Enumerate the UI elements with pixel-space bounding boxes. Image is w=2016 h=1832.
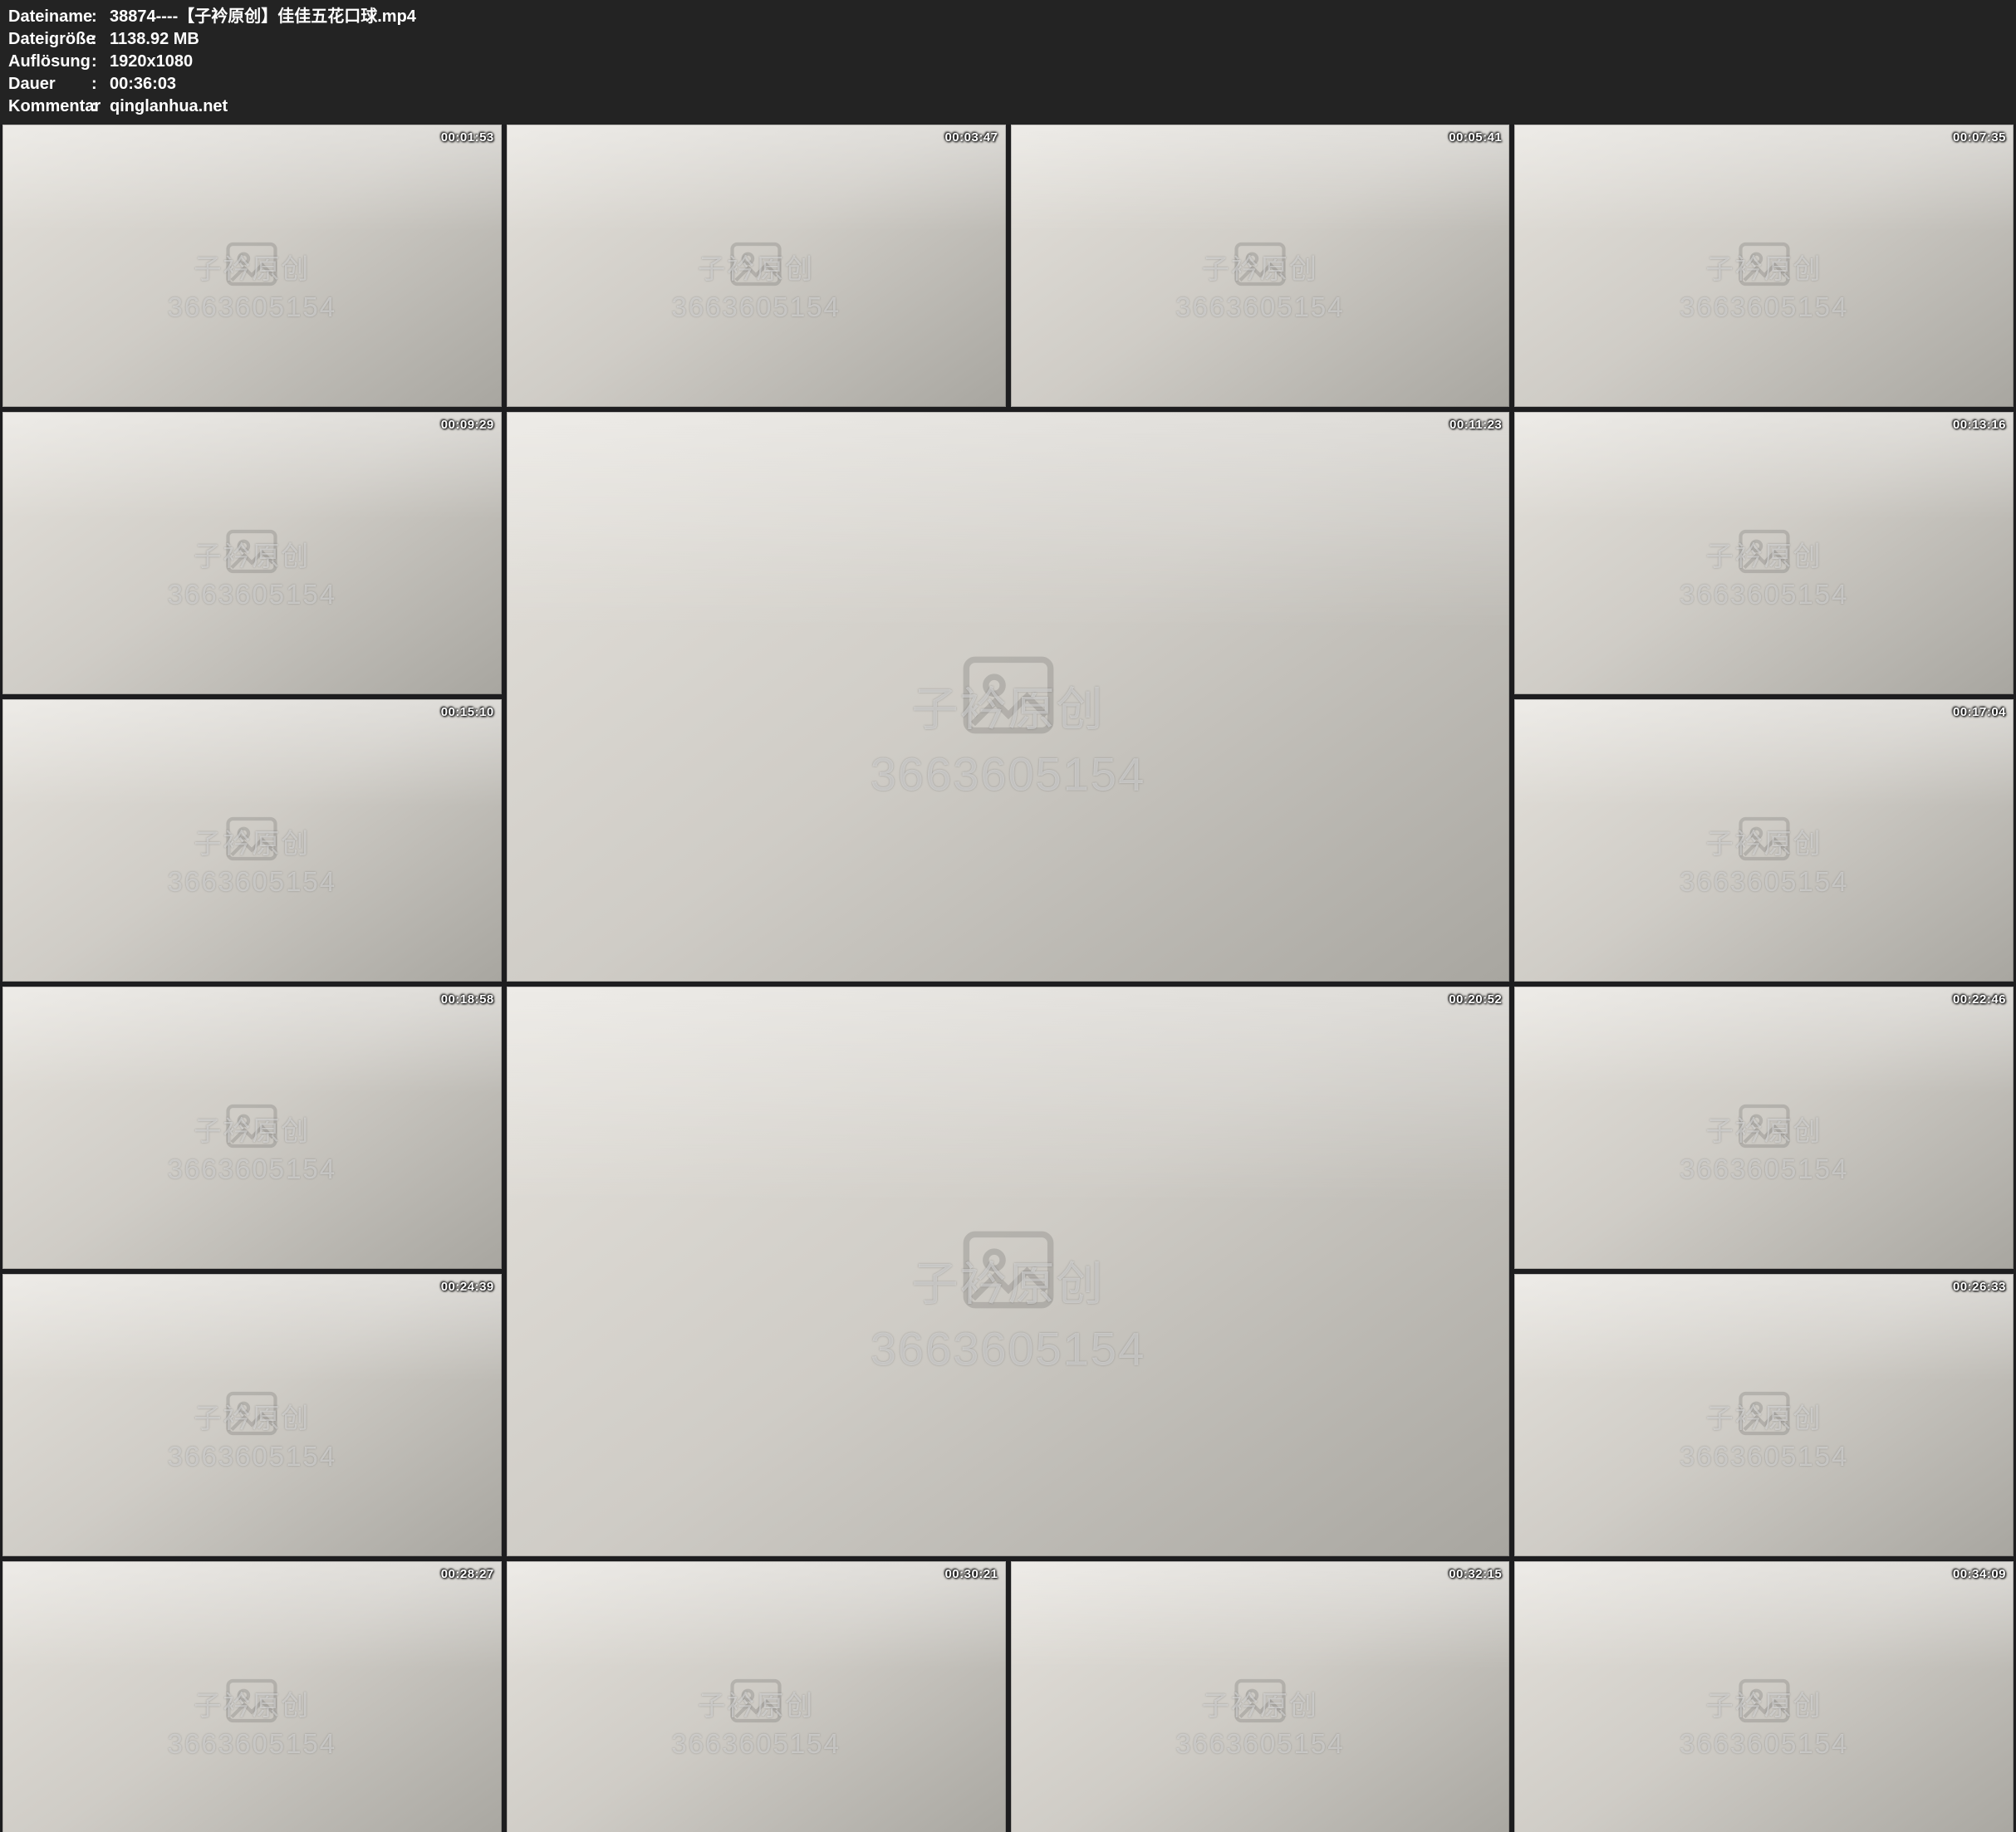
timecode-overlay: 00:11:23	[1449, 418, 1502, 432]
video-frame-thumbnail: 子衿原创 3663605154 00:03:47	[507, 125, 1006, 407]
photo-placeholder-icon	[1734, 1096, 1794, 1160]
timecode-overlay: 00:05:41	[1449, 130, 1502, 145]
video-frame-thumbnail: 子衿原创 3663605154 00:30:21	[507, 1561, 1006, 1832]
frame-placeholder	[2, 987, 502, 1269]
frame-placeholder	[2, 412, 502, 694]
video-frame-thumbnail: 子衿原创 3663605154 00:13:16	[1514, 412, 2014, 694]
frame-placeholder	[1514, 699, 2014, 982]
video-frame-thumbnail: 子衿原创 3663605154 00:28:27	[2, 1561, 502, 1832]
metadata-label: Auflösung	[8, 51, 91, 73]
timecode-overlay: 00:18:58	[441, 992, 494, 1007]
metadata-value: 38874----【子衿原创】佳佳五花口球.mp4	[110, 6, 2008, 28]
photo-placeholder-icon	[1734, 809, 1794, 873]
frame-placeholder	[2, 1274, 502, 1556]
metadata-label: Dateigröße	[8, 28, 91, 51]
video-frame-thumbnail: 子衿原创 3663605154 00:20:52	[507, 987, 1510, 1556]
frame-placeholder	[2, 125, 502, 407]
video-frame-thumbnail: 子衿原创 3663605154 00:15:10	[2, 699, 502, 982]
timecode-overlay: 00:03:47	[944, 130, 998, 145]
photo-placeholder-icon	[955, 642, 1062, 752]
timecode-overlay: 00:20:52	[1449, 992, 1502, 1007]
frame-placeholder	[1514, 987, 2014, 1269]
video-frame-thumbnail: 子衿原创 3663605154 00:11:23	[507, 412, 1510, 982]
frame-placeholder	[1514, 1274, 2014, 1556]
timecode-overlay: 00:30:21	[944, 1567, 998, 1581]
video-frame-thumbnail: 子衿原创 3663605154 00:09:29	[2, 412, 502, 694]
metadata-row: Auflösung : 1920x1080	[8, 51, 2008, 73]
video-frame-thumbnail: 子衿原创 3663605154 00:05:41	[1011, 125, 1510, 407]
metadata-separator: :	[91, 28, 110, 51]
metadata-row: Dateiname : 38874----【子衿原创】佳佳五花口球.mp4	[8, 6, 2008, 28]
timecode-overlay: 00:32:15	[1449, 1567, 1502, 1581]
timecode-overlay: 00:01:53	[441, 130, 494, 145]
frame-placeholder	[2, 699, 502, 982]
video-contact-sheet: Dateiname : 38874----【子衿原创】佳佳五花口球.mp4 Da…	[0, 0, 2016, 1832]
metadata-value: 1138.92 MB	[110, 28, 2008, 51]
metadata-separator: :	[91, 51, 110, 73]
photo-placeholder-icon	[1230, 1671, 1290, 1735]
timecode-overlay: 00:24:39	[441, 1280, 494, 1294]
metadata-label: Dauer	[8, 73, 91, 96]
photo-placeholder-icon	[726, 1671, 786, 1735]
photo-placeholder-icon	[955, 1217, 1062, 1327]
metadata-label: Dateiname	[8, 6, 91, 28]
thumbnail-grid: 子衿原创 3663605154 00:01:53 子衿原创 3663605154	[0, 125, 2016, 1832]
photo-placeholder-icon	[1734, 1671, 1794, 1735]
video-frame-thumbnail: 子衿原创 3663605154 00:07:35	[1514, 125, 2014, 407]
metadata-separator: :	[91, 6, 110, 28]
photo-placeholder-icon	[1734, 1384, 1794, 1447]
photo-placeholder-icon	[1734, 522, 1794, 585]
photo-placeholder-icon	[222, 522, 282, 585]
photo-placeholder-icon	[222, 809, 282, 873]
timecode-overlay: 00:15:10	[441, 705, 494, 719]
photo-placeholder-icon	[222, 1384, 282, 1447]
frame-placeholder	[507, 125, 1006, 407]
timecode-overlay: 00:07:35	[1953, 130, 2006, 145]
frame-placeholder	[507, 987, 1510, 1556]
file-metadata-header: Dateiname : 38874----【子衿原创】佳佳五花口球.mp4 Da…	[0, 0, 2016, 125]
video-frame-thumbnail: 子衿原创 3663605154 00:18:58	[2, 987, 502, 1269]
frame-placeholder	[1514, 1561, 2014, 1832]
video-frame-thumbnail: 子衿原创 3663605154 00:01:53	[2, 125, 502, 407]
frame-placeholder	[1011, 125, 1510, 407]
metadata-value: qinglanhua.net	[110, 96, 2008, 118]
video-frame-thumbnail: 子衿原创 3663605154 00:32:15	[1011, 1561, 1510, 1832]
timecode-overlay: 00:26:33	[1953, 1280, 2006, 1294]
frame-placeholder	[1514, 412, 2014, 694]
metadata-row: Dateigröße : 1138.92 MB	[8, 28, 2008, 51]
photo-placeholder-icon	[1230, 234, 1290, 298]
timecode-overlay: 00:28:27	[441, 1567, 494, 1581]
metadata-label: Kommentar	[8, 96, 91, 118]
metadata-row: Kommentar : qinglanhua.net	[8, 96, 2008, 118]
metadata-value: 1920x1080	[110, 51, 2008, 73]
frame-placeholder	[507, 412, 1510, 982]
metadata-separator: :	[91, 73, 110, 96]
video-frame-thumbnail: 子衿原创 3663605154 00:24:39	[2, 1274, 502, 1556]
video-frame-thumbnail: 子衿原创 3663605154 00:34:09	[1514, 1561, 2014, 1832]
photo-placeholder-icon	[222, 1096, 282, 1160]
metadata-row: Dauer : 00:36:03	[8, 73, 2008, 96]
timecode-overlay: 00:13:16	[1953, 418, 2006, 432]
timecode-overlay: 00:17:04	[1953, 705, 2006, 719]
timecode-overlay: 00:09:29	[441, 418, 494, 432]
video-frame-thumbnail: 子衿原创 3663605154 00:26:33	[1514, 1274, 2014, 1556]
photo-placeholder-icon	[222, 1671, 282, 1735]
photo-placeholder-icon	[726, 234, 786, 298]
photo-placeholder-icon	[1734, 234, 1794, 298]
timecode-overlay: 00:34:09	[1953, 1567, 2006, 1581]
metadata-value: 00:36:03	[110, 73, 2008, 96]
metadata-separator: :	[91, 96, 110, 118]
video-frame-thumbnail: 子衿原创 3663605154 00:17:04	[1514, 699, 2014, 982]
frame-placeholder	[1514, 125, 2014, 407]
frame-placeholder	[2, 1561, 502, 1832]
frame-placeholder	[1011, 1561, 1510, 1832]
photo-placeholder-icon	[222, 234, 282, 298]
frame-placeholder	[507, 1561, 1006, 1832]
timecode-overlay: 00:22:46	[1953, 992, 2006, 1007]
video-frame-thumbnail: 子衿原创 3663605154 00:22:46	[1514, 987, 2014, 1269]
